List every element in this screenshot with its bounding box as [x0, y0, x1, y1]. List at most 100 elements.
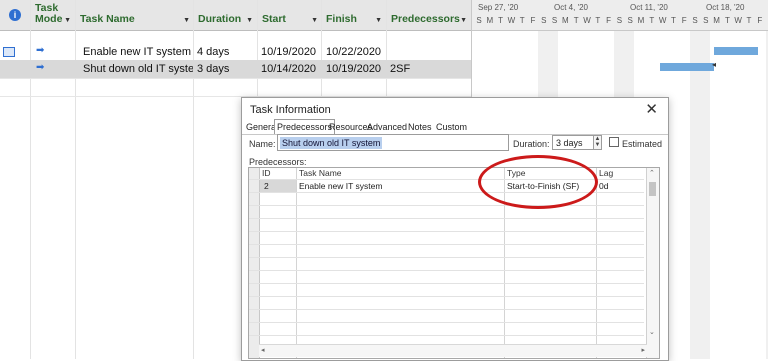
close-icon[interactable]: ✕: [645, 100, 658, 118]
day-letter: W: [658, 16, 667, 25]
week-label: Oct 11, '20: [630, 3, 668, 12]
indicators-column-header[interactable]: i: [0, 0, 30, 30]
auto-scheduled-icon: ➡: [36, 62, 45, 73]
predecessors-cell[interactable]: [390, 43, 470, 61]
chevron-down-icon[interactable]: ▼: [311, 17, 318, 24]
grid-column-divider: [296, 168, 297, 358]
row-divider: [249, 205, 644, 206]
indicator-cell: [0, 43, 30, 61]
day-letter: T: [746, 16, 752, 25]
row-divider: [249, 244, 644, 245]
duration-header-label: Duration: [198, 13, 242, 25]
day-letter: T: [573, 16, 579, 25]
spin-down-icon[interactable]: ▼: [594, 142, 601, 148]
start-cell[interactable]: 10/14/2020: [261, 60, 321, 78]
scroll-down-icon[interactable]: ⌄: [649, 328, 655, 336]
horizontal-scrollbar[interactable]: ◂ ▸: [259, 344, 647, 357]
dialog-title: Task Information: [250, 104, 331, 116]
estimated-label: Estimated: [622, 139, 663, 149]
row-divider: [249, 270, 644, 271]
duration-column-header[interactable]: Duration ▼: [194, 0, 257, 30]
timescale-header: Sep 27, '20 Oct 4, '20 Oct 11, '20 Oct 1…: [472, 0, 768, 31]
row-header-column: [249, 168, 260, 358]
scroll-up-icon[interactable]: ⌃: [649, 169, 655, 177]
day-letter: S: [616, 16, 623, 25]
chevron-down-icon[interactable]: ▼: [375, 17, 382, 24]
week-label: Oct 18, '20: [706, 3, 745, 12]
day-letter: F: [606, 16, 612, 25]
scroll-right-icon[interactable]: ▸: [641, 346, 645, 354]
day-letter: M: [562, 16, 569, 25]
predecessor-task-name-cell[interactable]: Enable new IT system: [299, 180, 499, 192]
tab-notes[interactable]: Notes: [406, 120, 434, 134]
predecessors-label: Predecessors:: [249, 157, 307, 167]
row-divider: [249, 322, 644, 323]
name-label: Name:: [249, 139, 276, 149]
predecessors-grid[interactable]: ID Task Name Type Lag 2 Enable new IT sy…: [248, 167, 660, 359]
day-letter: T: [595, 16, 601, 25]
day-letter: T: [519, 16, 525, 25]
row-divider: [249, 296, 644, 297]
table-row[interactable]: ➡ Enable new IT system 4 days 10/19/2020…: [0, 43, 471, 61]
task-name-field[interactable]: Shut down old IT system: [277, 134, 509, 151]
week-label: Oct 4, '20: [554, 3, 588, 12]
task-mode-cell[interactable]: ➡: [34, 43, 74, 61]
task-information-dialog: Task Information ✕ General Predecessors …: [241, 97, 669, 361]
day-letter: F: [757, 16, 763, 25]
task-name-cell[interactable]: Shut down old IT system: [83, 60, 193, 78]
predecessors-cell[interactable]: 2SF: [390, 60, 470, 78]
duration-cell[interactable]: 4 days: [197, 43, 257, 61]
scrollbar-thumb[interactable]: [649, 182, 656, 196]
predecessors-header-label: Predecessors: [391, 13, 460, 25]
task-name-value: Shut down old IT system: [280, 137, 383, 149]
annotation-circle: [478, 155, 598, 209]
day-letter: T: [498, 16, 504, 25]
day-letter: W: [583, 16, 591, 25]
tab-custom-fields[interactable]: Custom Fields: [434, 120, 469, 146]
id-column-header: ID: [262, 168, 271, 179]
day-letter: M: [486, 16, 494, 25]
day-letter: T: [670, 16, 676, 25]
calendar-icon: [3, 47, 15, 57]
grid-column-divider: [596, 168, 597, 358]
vertical-scrollbar[interactable]: ⌃ ⌄: [646, 168, 659, 358]
start-column-header[interactable]: Start ▼: [258, 0, 322, 30]
day-letter: T: [724, 16, 730, 25]
table-row[interactable]: ➡ Shut down old IT system 3 days 10/14/2…: [0, 60, 471, 78]
chevron-down-icon[interactable]: ▼: [246, 17, 253, 24]
gantt-bar-enable-new-it-system[interactable]: [714, 47, 758, 55]
predecessor-id-cell[interactable]: 2: [260, 180, 296, 192]
task-mode-column-header[interactable]: Task Mode ▼: [31, 0, 75, 30]
start-cell[interactable]: 10/19/2020: [261, 43, 321, 61]
start-header-label: Start: [262, 13, 286, 25]
task-mode-header-label: Task Mode: [35, 2, 63, 25]
task-mode-cell[interactable]: ➡: [34, 60, 74, 78]
tab-predecessors[interactable]: Predecessors: [274, 119, 336, 134]
tab-advanced[interactable]: Advanced: [365, 120, 409, 134]
duration-cell[interactable]: 3 days: [197, 60, 257, 78]
row-divider: [249, 218, 644, 219]
row-divider: [249, 283, 644, 284]
task-name-column-header[interactable]: Task Name ▼: [76, 0, 194, 30]
task-name-cell[interactable]: Enable new IT system: [83, 43, 193, 61]
finish-cell[interactable]: 10/22/2020: [326, 43, 386, 61]
finish-cell[interactable]: 10/19/2020: [326, 60, 386, 78]
row-divider: [0, 78, 471, 79]
auto-scheduled-icon: ➡: [36, 45, 45, 56]
gantt-bar-shut-down-old-it-system[interactable]: [660, 63, 714, 71]
row-divider: [249, 257, 644, 258]
day-letter: F: [681, 16, 687, 25]
scroll-left-icon[interactable]: ◂: [261, 346, 265, 354]
day-letter: T: [649, 16, 655, 25]
finish-column-header[interactable]: Finish ▼: [322, 0, 386, 30]
day-letter: S: [476, 16, 482, 25]
day-letter: F: [530, 16, 536, 25]
chevron-down-icon[interactable]: ▼: [460, 17, 467, 24]
estimated-checkbox[interactable]: [609, 137, 619, 147]
row-divider: [249, 309, 644, 310]
chevron-down-icon[interactable]: ▼: [64, 17, 71, 24]
chevron-down-icon[interactable]: ▼: [183, 17, 190, 24]
predecessors-column-header[interactable]: Predecessors ▼: [387, 0, 471, 30]
predecessor-lag-cell[interactable]: 0d: [599, 180, 639, 192]
duration-spinner[interactable]: ▲ ▼: [593, 135, 602, 150]
